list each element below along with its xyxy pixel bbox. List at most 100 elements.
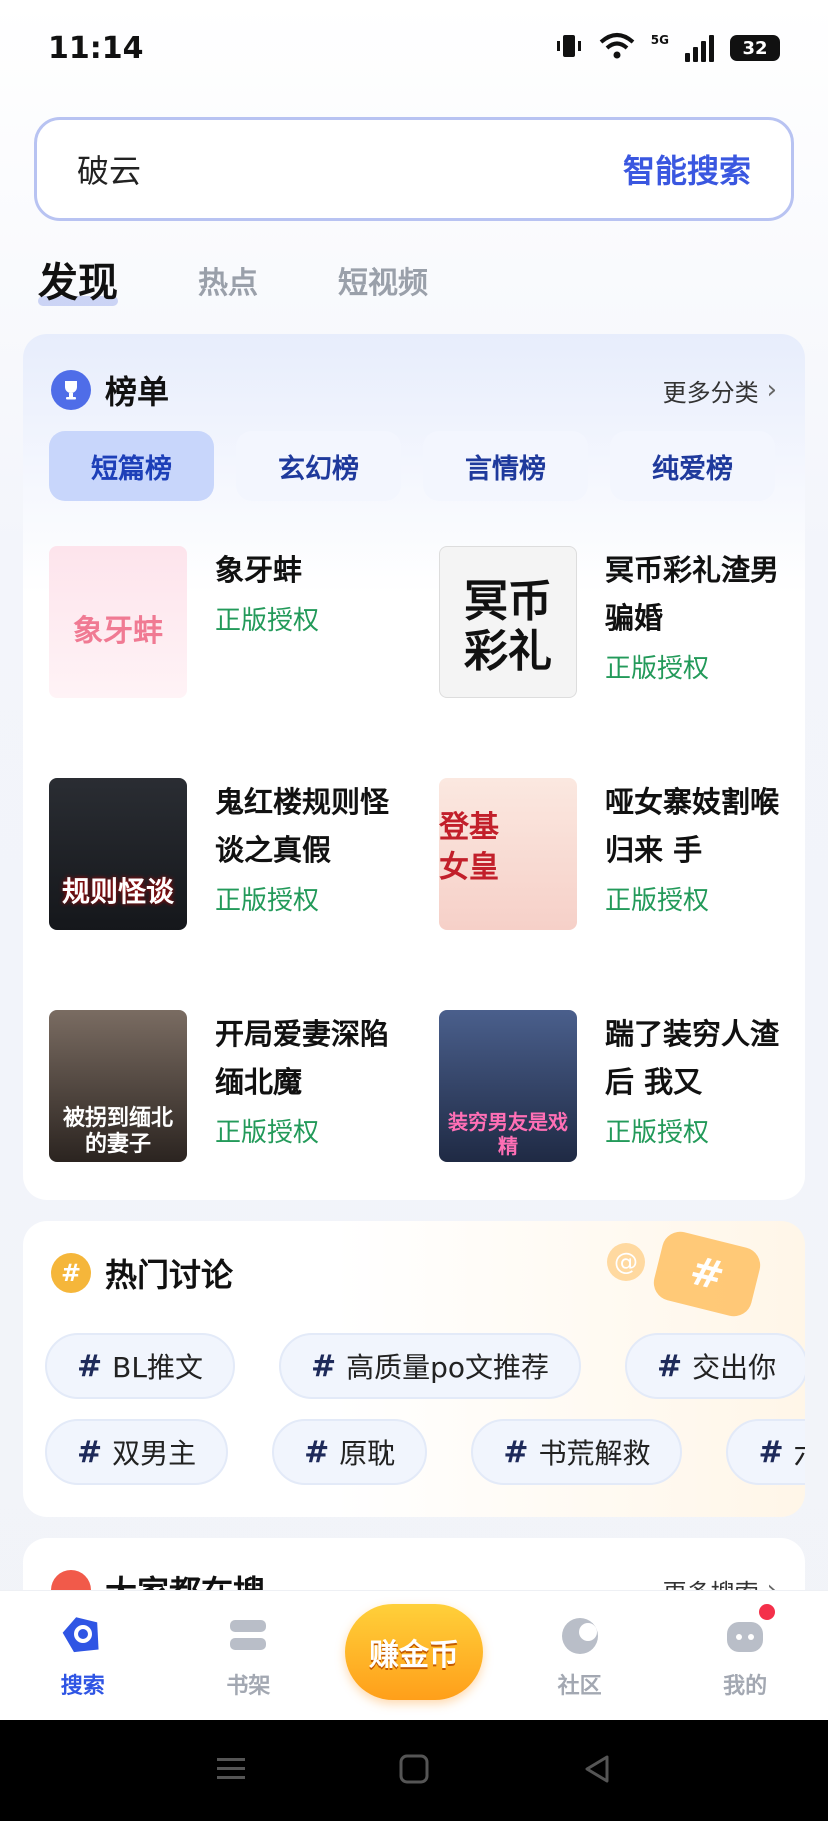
nav-community[interactable]: 社区 bbox=[520, 1612, 640, 1700]
network-label: 5G bbox=[650, 33, 669, 47]
book-title: 冥币彩礼渣男骗婚 bbox=[605, 553, 780, 635]
rank-tab-romance[interactable]: 言情榜 bbox=[423, 431, 588, 501]
rank-tab-short[interactable]: 短篇榜 bbox=[49, 431, 214, 501]
topic-chip[interactable]: # 双男主 bbox=[45, 1419, 229, 1485]
profile-icon bbox=[721, 1603, 776, 1660]
hash-icon: # bbox=[77, 1434, 103, 1470]
bookshelf-icon bbox=[224, 1612, 272, 1660]
ranking-title: 榜单 bbox=[105, 373, 170, 411]
nav-earn-coins[interactable]: 赚金币 bbox=[344, 1603, 483, 1700]
book-item[interactable]: 冥币彩礼 冥币彩礼渣男骗婚 正版授权 bbox=[439, 546, 799, 736]
discussion-header: # 热门讨论 bbox=[51, 1245, 777, 1301]
topic-label: 六 bbox=[794, 1432, 805, 1472]
topic-chip[interactable]: # 原耽 bbox=[272, 1419, 428, 1485]
status-time: 11:14 bbox=[48, 30, 144, 66]
smart-search-button[interactable]: 智能搜索 bbox=[623, 146, 751, 192]
tab-short-video[interactable]: 短视频 bbox=[338, 258, 428, 308]
tab-discover[interactable]: 发现 bbox=[38, 250, 118, 308]
discussion-title: 热门讨论 bbox=[105, 1256, 234, 1294]
book-item[interactable]: 规则怪谈 鬼红楼规则怪谈之真假 正版授权 bbox=[49, 778, 409, 968]
topic-label: BL推文 bbox=[112, 1351, 203, 1384]
rank-tab-label: 玄幻榜 bbox=[278, 453, 359, 485]
topic-chip[interactable]: # 高质量po文推荐 bbox=[278, 1333, 581, 1399]
community-icon bbox=[556, 1612, 604, 1660]
cover-title: 象牙蚌 bbox=[73, 614, 163, 649]
cover-title: 装穷男友是戏精 bbox=[448, 1110, 568, 1158]
book-item[interactable]: 象牙蚌 象牙蚌 正版授权 bbox=[49, 546, 409, 736]
license-badge: 正版授权 bbox=[605, 654, 710, 684]
cover-title: 被拐到缅北的妻子 bbox=[62, 1106, 173, 1157]
rank-tab-fantasy[interactable]: 玄幻榜 bbox=[236, 431, 401, 501]
battery-icon: 32 bbox=[730, 35, 780, 61]
hash-icon: # bbox=[310, 1348, 337, 1384]
hash-icon: # bbox=[657, 1348, 683, 1384]
rank-tab-label: 短篇榜 bbox=[91, 453, 172, 485]
book-item[interactable]: 被拐到缅北的妻子 开局爱妻深陷缅北魔 正版授权 bbox=[49, 1010, 409, 1200]
topic-chip[interactable]: # BL推文 bbox=[45, 1333, 235, 1399]
book-title: 哑女寨妓割喉归来 手 bbox=[605, 785, 780, 867]
trophy-icon bbox=[51, 370, 91, 410]
rank-tab-label: 言情榜 bbox=[465, 453, 546, 485]
license-badge: 正版授权 bbox=[605, 886, 710, 916]
book-cover[interactable]: 登基女皇 bbox=[439, 778, 577, 930]
cover-title: 冥币彩礼 bbox=[464, 576, 552, 677]
topic-label: 高质量po文推荐 bbox=[346, 1351, 549, 1384]
hash-icon: # bbox=[77, 1348, 103, 1384]
home-icon[interactable] bbox=[398, 1753, 430, 1789]
earn-coins-button[interactable]: 赚金币 bbox=[344, 1603, 483, 1700]
topic-row: #双男主 #原耽 #书荒解救 #六 bbox=[45, 1419, 805, 1485]
more-categories-label: 更多分类 bbox=[662, 378, 759, 407]
book-cover[interactable]: 被拐到缅北的妻子 bbox=[49, 1010, 187, 1162]
topic-chip[interactable]: # 交出你 bbox=[625, 1333, 805, 1399]
topic-label: 书荒解救 bbox=[538, 1437, 651, 1470]
book-cover[interactable]: 规则怪谈 bbox=[49, 778, 187, 930]
book-item[interactable]: 登基女皇 哑女寨妓割喉归来 手 正版授权 bbox=[439, 778, 799, 968]
book-title: 踹了装穷人渣后 我又 bbox=[605, 1017, 780, 1099]
notification-dot bbox=[759, 1603, 776, 1620]
nav-mine[interactable]: 我的 bbox=[685, 1603, 805, 1700]
book-item[interactable]: 装穷男友是戏精 踹了装穷人渣后 我又 正版授权 bbox=[439, 1010, 799, 1200]
coin-label: 赚金币 bbox=[368, 1637, 459, 1673]
status-icons: 5G 32 bbox=[555, 32, 780, 64]
topic-label: 双男主 bbox=[112, 1437, 197, 1470]
hash-icon: # bbox=[758, 1434, 784, 1470]
back-icon[interactable] bbox=[581, 1753, 613, 1789]
topic-label: 交出你 bbox=[692, 1351, 777, 1384]
ranking-tabs: 短篇榜 玄幻榜 言情榜 纯爱榜 bbox=[49, 431, 775, 501]
search-query[interactable]: 破云 bbox=[77, 146, 141, 192]
ranking-card: 榜单 更多分类 › 短篇榜 玄幻榜 言情榜 纯爱榜 象牙蚌 象牙蚌 正版授权 冥… bbox=[23, 334, 805, 1200]
signal-icon bbox=[685, 34, 714, 62]
hash-icon: # bbox=[304, 1434, 330, 1470]
nav-shelf[interactable]: 书架 bbox=[188, 1612, 308, 1700]
wifi-icon bbox=[599, 32, 635, 64]
license-badge: 正版授权 bbox=[215, 606, 320, 636]
book-title: 鬼红楼规则怪谈之真假 bbox=[215, 785, 390, 867]
chevron-right-icon: › bbox=[766, 375, 777, 405]
nav-label: 社区 bbox=[557, 1673, 602, 1699]
topic-label: 原耽 bbox=[339, 1437, 396, 1470]
license-badge: 正版授权 bbox=[215, 1118, 320, 1148]
search-tag-icon bbox=[59, 1612, 107, 1660]
license-badge: 正版授权 bbox=[605, 1118, 710, 1148]
book-title: 象牙蚌 bbox=[215, 553, 303, 587]
topic-chip[interactable]: # 书荒解救 bbox=[471, 1419, 683, 1485]
nav-search[interactable]: 搜索 bbox=[23, 1612, 143, 1700]
book-cover[interactable]: 象牙蚌 bbox=[49, 546, 187, 698]
book-title: 开局爱妻深陷缅北魔 bbox=[215, 1017, 390, 1099]
system-nav-bar bbox=[0, 1720, 828, 1821]
discussion-card: @ # # 热门讨论 # BL推文 # 高质量po文推荐 # 交出你 # 双男主 # 原耽… bbox=[23, 1221, 805, 1517]
book-cover[interactable]: 冥币彩礼 bbox=[439, 546, 577, 698]
hash-icon: # bbox=[51, 1253, 91, 1293]
topic-chip[interactable]: #六 bbox=[726, 1419, 805, 1485]
cover-title: 登基女皇 bbox=[439, 810, 499, 885]
more-categories-link[interactable]: 更多分类 › bbox=[663, 373, 777, 408]
rank-tab-bl[interactable]: 纯爱榜 bbox=[610, 431, 775, 501]
top-tabs: 发现 热点 短视频 bbox=[38, 248, 428, 308]
tab-hot[interactable]: 热点 bbox=[198, 258, 258, 308]
search-input[interactable]: 破云 智能搜索 bbox=[34, 117, 794, 221]
menu-icon[interactable] bbox=[215, 1755, 247, 1787]
nav-label: 我的 bbox=[723, 1673, 768, 1699]
book-cover[interactable]: 装穷男友是戏精 bbox=[439, 1010, 577, 1162]
rank-tab-label: 纯爱榜 bbox=[652, 453, 733, 485]
ranking-header: 榜单 更多分类 › bbox=[51, 362, 777, 418]
